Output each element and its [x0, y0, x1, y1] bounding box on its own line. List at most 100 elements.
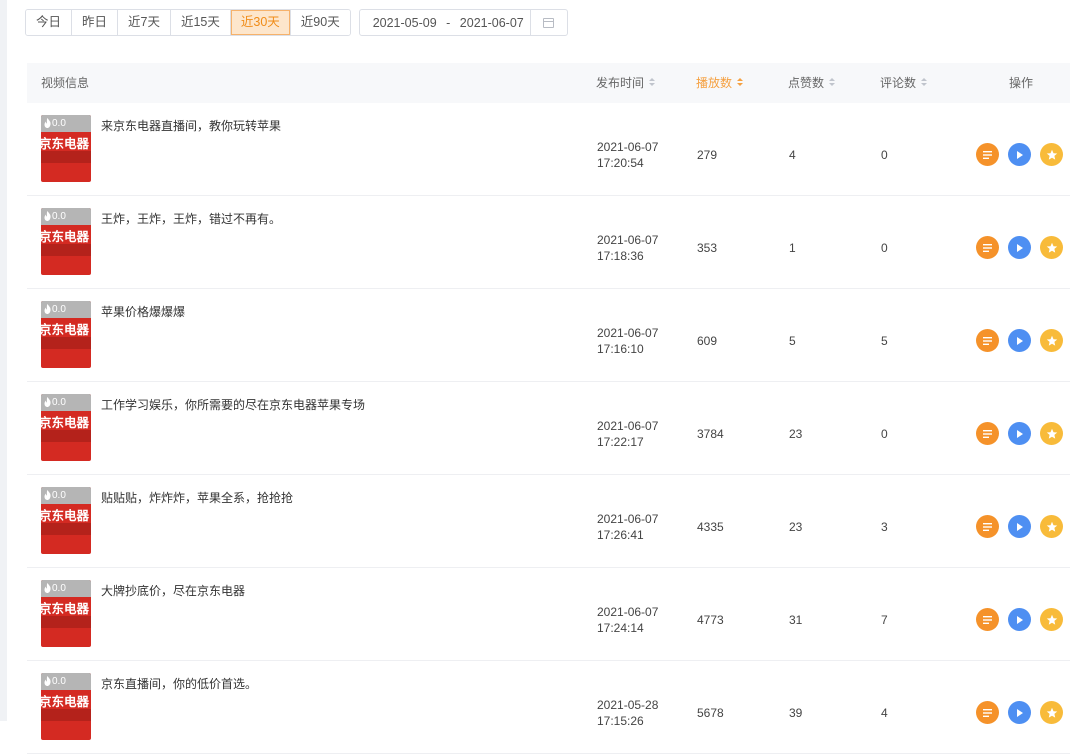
video-title[interactable]: 来京东电器直播间，教你玩转苹果	[101, 117, 281, 134]
play-icon	[1017, 429, 1023, 438]
details-button[interactable]	[976, 236, 999, 259]
video-title[interactable]: 贴贴贴，炸炸炸，苹果全系，抢抢抢	[101, 489, 293, 506]
row-operations	[976, 143, 1072, 166]
range-yesterday-button[interactable]: 昨日	[72, 10, 119, 35]
range-15d-button[interactable]: 近15天	[170, 10, 231, 35]
publish-clock: 17:18:36	[597, 249, 644, 263]
thumb-shadow-band	[41, 430, 91, 442]
header-plays[interactable]: 播放数	[696, 63, 744, 103]
list-icon	[983, 243, 992, 252]
publish-date: 2021-06-07	[597, 140, 659, 154]
range-90d-button[interactable]: 近90天	[290, 10, 350, 35]
video-thumbnail[interactable]: 0.0 京东电器	[41, 487, 91, 554]
likes-count: 23	[789, 520, 803, 534]
details-button[interactable]	[976, 329, 999, 352]
play-button[interactable]	[1008, 236, 1031, 259]
heat-value: 0.0	[52, 490, 66, 501]
plays-count: 4773	[697, 613, 724, 627]
sort-icon[interactable]	[829, 78, 836, 87]
play-button[interactable]	[1008, 422, 1031, 445]
play-button[interactable]	[1008, 608, 1031, 631]
table-body: 0.0 京东电器 来京东电器直播间，教你玩转苹果 2021-06-07 17:2…	[27, 103, 1070, 754]
table-header: 视频信息 发布时间 播放数 点赞数 评论数 操作	[27, 63, 1070, 103]
table-row[interactable]: 0.0 京东电器 大牌抄底价，尽在京东电器 2021-06-07 17:24:1…	[27, 568, 1070, 661]
header-likes[interactable]: 点赞数	[788, 63, 836, 103]
favorite-button[interactable]	[1040, 329, 1063, 352]
calendar-button[interactable]	[529, 10, 566, 35]
play-button[interactable]	[1008, 515, 1031, 538]
fire-icon	[44, 211, 51, 221]
favorite-button[interactable]	[1040, 143, 1063, 166]
plays-count: 4335	[697, 520, 724, 534]
video-title[interactable]: 京东直播间，你的低价首选。	[101, 675, 257, 692]
thumb-shadow-band	[41, 709, 91, 721]
range-30d-button[interactable]: 近30天	[230, 10, 291, 35]
heat-bar: 0.0	[41, 394, 91, 411]
favorite-button[interactable]	[1040, 236, 1063, 259]
play-icon	[1017, 243, 1023, 252]
likes-count: 31	[789, 613, 803, 627]
thumb-shadow-band	[41, 616, 91, 628]
publish-time: 2021-06-07 17:24:14	[597, 604, 658, 636]
star-icon	[1046, 521, 1057, 532]
fire-icon	[44, 118, 51, 128]
header-publish-time[interactable]: 发布时间	[596, 63, 656, 103]
range-7d-button[interactable]: 近7天	[118, 10, 171, 35]
table-row[interactable]: 0.0 京东电器 贴贴贴，炸炸炸，苹果全系，抢抢抢 2021-06-07 17:…	[27, 475, 1070, 568]
details-button[interactable]	[976, 422, 999, 445]
date-range-picker[interactable]: 2021-05-09 - 2021-06-07	[358, 9, 568, 36]
video-thumbnail[interactable]: 0.0 京东电器	[41, 673, 91, 740]
header-operations: 操作	[1009, 76, 1034, 90]
video-title[interactable]: 王炸，王炸，王炸，错过不再有。	[101, 210, 281, 227]
play-button[interactable]	[1008, 143, 1031, 166]
play-icon	[1017, 615, 1023, 624]
video-thumbnail[interactable]: 0.0 京东电器	[41, 580, 91, 647]
details-button[interactable]	[976, 515, 999, 538]
publish-time: 2021-06-07 17:20:54	[597, 139, 658, 171]
publish-time: 2021-06-07 17:18:36	[597, 232, 658, 264]
list-icon	[983, 522, 992, 531]
likes-count: 1	[789, 241, 796, 255]
video-thumbnail[interactable]: 0.0 京东电器	[41, 115, 91, 182]
header-comments[interactable]: 评论数	[880, 63, 928, 103]
publish-time: 2021-06-07 17:16:10	[597, 325, 658, 357]
list-icon	[983, 429, 992, 438]
table-row[interactable]: 0.0 京东电器 京东直播间，你的低价首选。 2021-05-28 17:15:…	[27, 661, 1070, 754]
publish-clock: 17:24:14	[597, 621, 644, 635]
video-title[interactable]: 大牌抄底价，尽在京东电器	[101, 582, 245, 599]
table-row[interactable]: 0.0 京东电器 工作学习娱乐，你所需要的尽在京东电器苹果专场 2021-06-…	[27, 382, 1070, 475]
publish-date: 2021-05-28	[597, 698, 659, 712]
favorite-button[interactable]	[1040, 422, 1063, 445]
table-row[interactable]: 0.0 京东电器 来京东电器直播间，教你玩转苹果 2021-06-07 17:2…	[27, 103, 1070, 196]
plays-count: 609	[697, 334, 718, 348]
details-button[interactable]	[976, 608, 999, 631]
sort-icon[interactable]	[921, 78, 928, 87]
range-today-button[interactable]: 今日	[26, 10, 73, 35]
sort-icon[interactable]	[737, 78, 744, 87]
video-thumbnail[interactable]: 0.0 京东电器	[41, 301, 91, 368]
video-title[interactable]: 苹果价格爆爆爆	[101, 303, 185, 320]
row-operations	[976, 515, 1072, 538]
video-title[interactable]: 工作学习娱乐，你所需要的尽在京东电器苹果专场	[101, 396, 365, 413]
video-thumbnail[interactable]: 0.0 京东电器	[41, 394, 91, 461]
thumb-brand-text: 京东电器	[41, 136, 90, 151]
heat-bar: 0.0	[41, 115, 91, 132]
date-range-text[interactable]: 2021-05-09 - 2021-06-07	[360, 16, 530, 30]
details-button[interactable]	[976, 143, 999, 166]
thumb-brand-text: 京东电器	[41, 322, 90, 337]
star-icon	[1046, 614, 1057, 625]
play-button[interactable]	[1008, 329, 1031, 352]
favorite-button[interactable]	[1040, 608, 1063, 631]
heat-value: 0.0	[52, 676, 66, 687]
thumb-shadow-band	[41, 244, 91, 256]
table-row[interactable]: 0.0 京东电器 王炸，王炸，王炸，错过不再有。 2021-06-07 17:1…	[27, 196, 1070, 289]
video-thumbnail[interactable]: 0.0 京东电器	[41, 208, 91, 275]
favorite-button[interactable]	[1040, 515, 1063, 538]
row-operations	[976, 422, 1072, 445]
likes-count: 5	[789, 334, 796, 348]
star-icon	[1046, 428, 1057, 439]
plays-count: 3784	[697, 427, 724, 441]
table-row[interactable]: 0.0 京东电器 苹果价格爆爆爆 2021-06-07 17:16:10 609…	[27, 289, 1070, 382]
sort-icon[interactable]	[649, 78, 656, 87]
fire-icon	[44, 583, 51, 593]
